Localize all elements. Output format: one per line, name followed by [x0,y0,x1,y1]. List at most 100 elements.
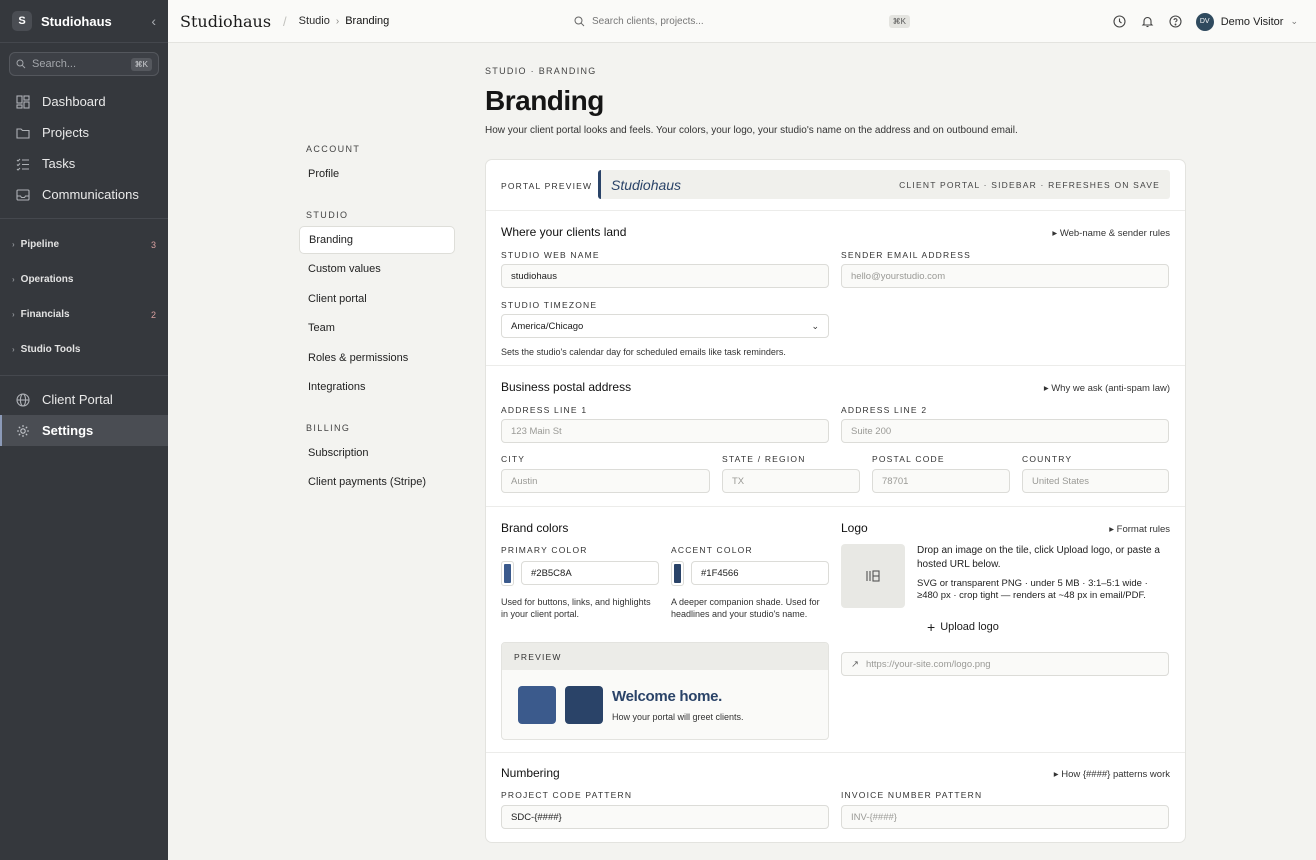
settings-nav-custom-values[interactable]: Custom values [299,255,455,283]
preview-welcome-title: Welcome home. [612,688,723,705]
sidebar-item-label: Communications [42,187,139,202]
breadcrumb-chevron-icon: › [335,15,340,27]
breadcrumb: Studio › Branding [299,15,390,27]
postal-code-input[interactable]: 78701 [872,469,1010,493]
portal-preview-studio-name: Studiohaus [611,176,682,193]
settings-nav-team[interactable]: Team [299,314,455,342]
chevron-right-icon: › [12,275,15,284]
sender-email-label: SENDER EMAIL ADDRESS [841,250,971,260]
search-icon [574,16,585,27]
settings-nav-branding[interactable]: Branding [299,225,455,254]
country-label: COUNTRY [1022,454,1073,464]
sidebar-group-label: Studio Tools [20,344,81,355]
app-name: Studiohaus [41,13,112,29]
primary-color-swatch[interactable] [501,561,514,586]
sidebar-header: S Studiohaus ‹ [0,0,168,43]
sidebar-group-count: 2 [150,309,156,320]
brand-colors-heading: Brand colors [501,521,569,535]
sidebar-search-input[interactable]: Search... ⌘K [9,52,159,76]
sender-email-input[interactable]: hello@yourstudio.com [841,264,1169,288]
primary-color-input[interactable]: #2B5C8A [521,561,659,585]
sidebar-group-operations[interactable]: › Operations [0,262,168,297]
anti-spam-law-link[interactable]: ▸ Why we ask (anti-spam law) [1044,383,1170,394]
portal-preview-label: PORTAL PREVIEW [501,181,593,191]
sidebar-item-label: Tasks [42,156,76,171]
chevron-down-icon[interactable]: ⌄ [1290,16,1298,27]
page-subtitle: How your client portal looks and feels. … [485,125,1018,136]
help-icon[interactable] [1168,14,1184,30]
color-preview-panel: PREVIEW Welcome home. How your portal wi… [501,642,829,740]
project-code-pattern-label: PROJECT CODE PATTERN [501,790,633,800]
color-preview-header: PREVIEW [502,643,828,670]
logo-description: Drop an image on the tile, click Upload … [917,545,1160,570]
list-check-icon [16,157,30,171]
clock-icon[interactable] [1112,14,1128,30]
settings-nav-integrations[interactable]: Integrations [299,373,455,401]
breadcrumb-divider: / [283,13,287,29]
sidebar-item-tasks[interactable]: Tasks [0,148,168,179]
sidebar-group-label: Pipeline [20,239,60,250]
breadcrumb-studio[interactable]: Studio [299,15,330,27]
search-shortcut-badge: ⌘K [888,15,910,28]
portal-preview-meta: CLIENT PORTAL · SIDEBAR · REFRESHES ON S… [899,179,1160,190]
collapse-sidebar-icon[interactable]: ‹ [151,13,156,29]
avatar[interactable]: DV [1195,12,1214,31]
upload-logo-label: Upload logo [940,621,999,633]
logo-url-input[interactable]: ↗ https://your-site.com/logo.png [841,652,1169,676]
numbering-heading: Numbering [501,766,560,780]
settings-nav-roles[interactable]: Roles & permissions [299,344,455,372]
inbox-icon [16,188,30,202]
city-input[interactable]: Austin [501,469,710,493]
sidebar-item-projects[interactable]: Projects [0,117,168,148]
brand-wordmark[interactable]: Studiohaus [180,12,271,31]
upload-logo-button[interactable]: + Upload logo [927,618,999,636]
colors-logo-section: Brand colors PRIMARY COLOR #2B5C8A Used … [486,507,1185,753]
settings-nav-subscription[interactable]: Subscription [299,439,455,467]
sidebar-item-settings[interactable]: Settings [0,415,168,446]
sidebar-item-client-portal[interactable]: Client Portal [0,384,168,415]
accent-color-help: A deeper companion shade. Used for headl… [671,597,820,619]
logo-drop-tile[interactable] [841,544,905,608]
settings-nav-client-payments[interactable]: Client payments (Stripe) [299,468,455,496]
settings-nav-profile[interactable]: Profile [299,160,455,188]
main-content: STUDIO · BRANDING Branding How your clie… [485,66,1186,843]
sidebar-group-label: Financials [20,309,70,320]
format-rules-link[interactable]: ▸ Format rules [1109,524,1170,535]
studio-web-name-input[interactable]: studiohaus [501,264,829,288]
project-code-pattern-input[interactable]: SDC-{####} [501,805,829,829]
studio-timezone-select[interactable]: America/Chicago ⌄ [501,314,829,338]
country-input[interactable]: United States [1022,469,1169,493]
accent-color-input[interactable]: #1F4566 [691,561,829,585]
page-title: Branding [485,85,604,116]
invoice-number-pattern-label: INVOICE NUMBER PATTERN [841,790,983,800]
settings-nav-client-portal[interactable]: Client portal [299,285,455,313]
user-name[interactable]: Demo Visitor [1221,16,1284,28]
state-input[interactable]: TX [722,469,860,493]
patterns-help-link[interactable]: ▸ How {####} patterns work [1054,769,1170,780]
primary-color-help: Used for buttons, links, and highlights … [501,597,651,619]
state-label: STATE / REGION [722,454,806,464]
sidebar-group-studio-tools[interactable]: › Studio Tools [0,332,168,367]
sidebar-item-communications[interactable]: Communications [0,179,168,210]
studio-timezone-help: Sets the studio's calendar day for sched… [501,347,786,357]
plus-icon: + [927,619,936,635]
dashboard-icon [16,94,30,109]
sidebar-group-label: Operations [20,274,74,285]
sidebar-search-placeholder: Search... [32,58,77,70]
sidebar-group-financials[interactable]: › Financials 2 [0,297,168,332]
sidebar-group-pipeline[interactable]: › Pipeline 3 [0,227,168,262]
studio-timezone-value: America/Chicago [511,320,584,332]
global-search-input[interactable]: Search clients, projects... ⌘K [574,12,910,31]
bell-icon[interactable] [1140,14,1156,30]
sidebar-item-dashboard[interactable]: Dashboard [0,86,168,117]
page-eyebrow: STUDIO · BRANDING [485,66,597,76]
postal-code-label: POSTAL CODE [872,454,945,464]
logo-url-placeholder: https://your-site.com/logo.png [865,658,991,670]
sidebar-item-label: Settings [42,423,94,438]
accent-color-swatch[interactable] [671,561,684,586]
topbar-actions: DV Demo Visitor ⌄ [1100,0,1298,43]
web-name-rules-link[interactable]: ▸ Web-name & sender rules [1052,228,1170,239]
invoice-number-pattern-input[interactable]: INV-{####} [841,805,1169,829]
address-line1-input[interactable]: 123 Main St [501,419,829,443]
address-line2-input[interactable]: Suite 200 [841,419,1169,443]
